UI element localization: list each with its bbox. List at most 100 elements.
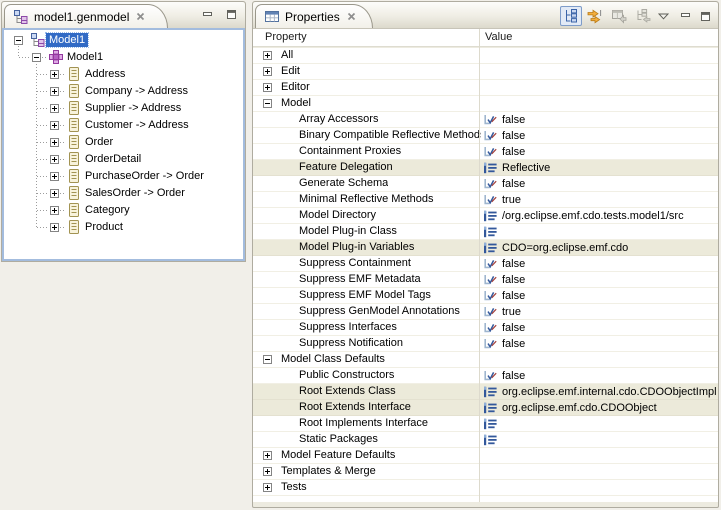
value-cell[interactable]: false [483, 112, 716, 128]
expand-toggle-icon[interactable] [50, 87, 59, 96]
boolean-value-icon [483, 274, 498, 286]
value-cell [483, 48, 716, 64]
value-cell[interactable]: CDO=org.eclipse.emf.cdo [483, 240, 716, 256]
expand-toggle-icon[interactable] [50, 121, 59, 130]
tree-guide-stub [60, 108, 66, 109]
property-row-containment-proxies[interactable]: Containment Proxiesfalse [253, 144, 718, 160]
value-cell[interactable]: false [483, 128, 716, 144]
column-header-property: Property [265, 31, 307, 43]
category-row-all[interactable]: All [253, 48, 718, 64]
tree-guide-stub [37, 108, 49, 109]
property-row-root-extends-class[interactable]: Root Extends Classorg.eclipse.emf.intern… [253, 384, 718, 400]
expand-toggle-icon[interactable] [50, 189, 59, 198]
category-label: Model [281, 97, 311, 109]
expand-toggle-icon[interactable] [50, 70, 59, 79]
property-row-root-extends-interface[interactable]: Root Extends Interfaceorg.eclipse.emf.cd… [253, 400, 718, 416]
tree-item-model1[interactable]: Model1 [4, 32, 243, 49]
tree-item-model1[interactable]: Model1 [4, 49, 243, 66]
expand-toggle-icon[interactable] [50, 172, 59, 181]
value-cell [483, 464, 716, 480]
class-icon [66, 151, 82, 167]
boolean-value-icon [483, 194, 498, 206]
value-cell[interactable] [483, 432, 716, 448]
property-row-public-constructors[interactable]: Public Constructorsfalse [253, 368, 718, 384]
expand-toggle-icon[interactable] [50, 155, 59, 164]
show-advanced-button[interactable] [584, 6, 606, 26]
property-row-model-plug-in-variables[interactable]: Model Plug-in VariablesCDO=org.eclipse.e… [253, 240, 718, 256]
property-name: Suppress EMF Metadata [299, 273, 421, 285]
category-row-model-feature-defaults[interactable]: Model Feature Defaults [253, 448, 718, 464]
property-row-binary-compatible-reflective-methods[interactable]: Binary Compatible Reflective Methodsfals… [253, 128, 718, 144]
property-row-suppress-notification[interactable]: Suppress Notificationfalse [253, 336, 718, 352]
value-cell[interactable]: false [483, 336, 716, 352]
property-row-root-implements-interface[interactable]: Root Implements Interface [253, 416, 718, 432]
expand-toggle-icon[interactable] [263, 51, 272, 60]
value-cell[interactable]: true [483, 192, 716, 208]
value-cell[interactable]: false [483, 272, 716, 288]
value-cell[interactable]: false [483, 288, 716, 304]
expand-toggle-icon[interactable] [263, 451, 272, 460]
value-cell[interactable]: false [483, 256, 716, 272]
property-row-suppress-emf-metadata[interactable]: Suppress EMF Metadata false [253, 272, 718, 288]
value-cell[interactable] [483, 224, 716, 240]
property-row-generate-schema[interactable]: Generate Schemafalse [253, 176, 718, 192]
editor-tab-close-icon[interactable] [136, 12, 145, 21]
genmodel-tree: Model1Model1AddressCompany -> AddressSup… [4, 30, 243, 259]
collapse-toggle-icon[interactable] [263, 355, 272, 364]
expand-toggle-icon[interactable] [50, 223, 59, 232]
expand-toggle-icon[interactable] [50, 104, 59, 113]
view-menu-button[interactable] [656, 6, 670, 26]
property-row-model-directory[interactable]: Model Directory/org.eclipse.emf.cdo.test… [253, 208, 718, 224]
value-cell[interactable] [483, 416, 716, 432]
collapse-toggle-icon[interactable] [263, 99, 272, 108]
property-row-suppress-genmodel-annotations[interactable]: Suppress GenModel Annotationstrue [253, 304, 718, 320]
expand-toggle-icon[interactable] [263, 467, 272, 476]
value-cell[interactable]: org.eclipse.emf.cdo.CDOObject [483, 400, 716, 416]
property-row-suppress-interfaces[interactable]: Suppress Interfacesfalse [253, 320, 718, 336]
value-cell[interactable]: false [483, 144, 716, 160]
properties-table-icon [264, 9, 280, 24]
column-header-value: Value [485, 31, 512, 43]
category-row-edit[interactable]: Edit [253, 64, 718, 80]
editor-tab-model1-genmodel[interactable]: model1.genmodel [4, 4, 168, 28]
category-label: Tests [281, 481, 307, 493]
expand-toggle-icon[interactable] [263, 67, 272, 76]
category-label: Templates & Merge [281, 465, 376, 477]
boolean-value-icon [483, 338, 498, 350]
filter-related-icon [635, 8, 651, 24]
category-row-tests[interactable]: Tests [253, 480, 718, 496]
properties-minimize-button[interactable] [676, 9, 694, 24]
property-row-array-accessors[interactable]: Array Accessorsfalse [253, 112, 718, 128]
property-row-minimal-reflective-methods[interactable]: Minimal Reflective Methodstrue [253, 192, 718, 208]
category-row-templates-merge[interactable]: Templates & Merge [253, 464, 718, 480]
show-categories-button[interactable] [560, 6, 582, 26]
expand-toggle-icon[interactable] [263, 83, 272, 92]
collapse-toggle-icon[interactable] [32, 53, 41, 62]
value-cell[interactable]: true [483, 304, 716, 320]
category-row-model[interactable]: Model [253, 96, 718, 112]
value-cell[interactable]: false [483, 320, 716, 336]
boolean-value-icon [483, 370, 498, 382]
properties-tab-close-icon[interactable] [347, 12, 356, 21]
value-cell[interactable]: false [483, 176, 716, 192]
property-row-suppress-containment[interactable]: Suppress Containmentfalse [253, 256, 718, 272]
editor-tab-label: model1.genmodel [34, 10, 129, 24]
value-cell[interactable]: /org.eclipse.emf.cdo.tests.model1/src [483, 208, 716, 224]
category-row-model-class-defaults[interactable]: Model Class Defaults [253, 352, 718, 368]
expand-toggle-icon[interactable] [50, 138, 59, 147]
value-cell[interactable]: Reflective [483, 160, 716, 176]
property-row-static-packages[interactable]: Static Packages [253, 432, 718, 448]
expand-toggle-icon[interactable] [263, 483, 272, 492]
editor-minimize-button[interactable] [198, 7, 216, 22]
property-row-suppress-emf-model-tags[interactable]: Suppress EMF Model Tagsfalse [253, 288, 718, 304]
property-row-model-plug-in-class[interactable]: Model Plug-in Class [253, 224, 718, 240]
expand-toggle-icon[interactable] [50, 206, 59, 215]
properties-tab[interactable]: Properties [255, 4, 373, 28]
editor-maximize-button[interactable] [222, 7, 240, 22]
properties-maximize-button[interactable] [696, 9, 714, 24]
value-cell[interactable]: false [483, 368, 716, 384]
category-row-editor[interactable]: Editor [253, 80, 718, 96]
value-cell[interactable]: org.eclipse.emf.internal.cdo.CDOObjectIm… [483, 384, 716, 400]
property-row-feature-delegation[interactable]: Feature DelegationReflective [253, 160, 718, 176]
collapse-toggle-icon[interactable] [14, 36, 23, 45]
